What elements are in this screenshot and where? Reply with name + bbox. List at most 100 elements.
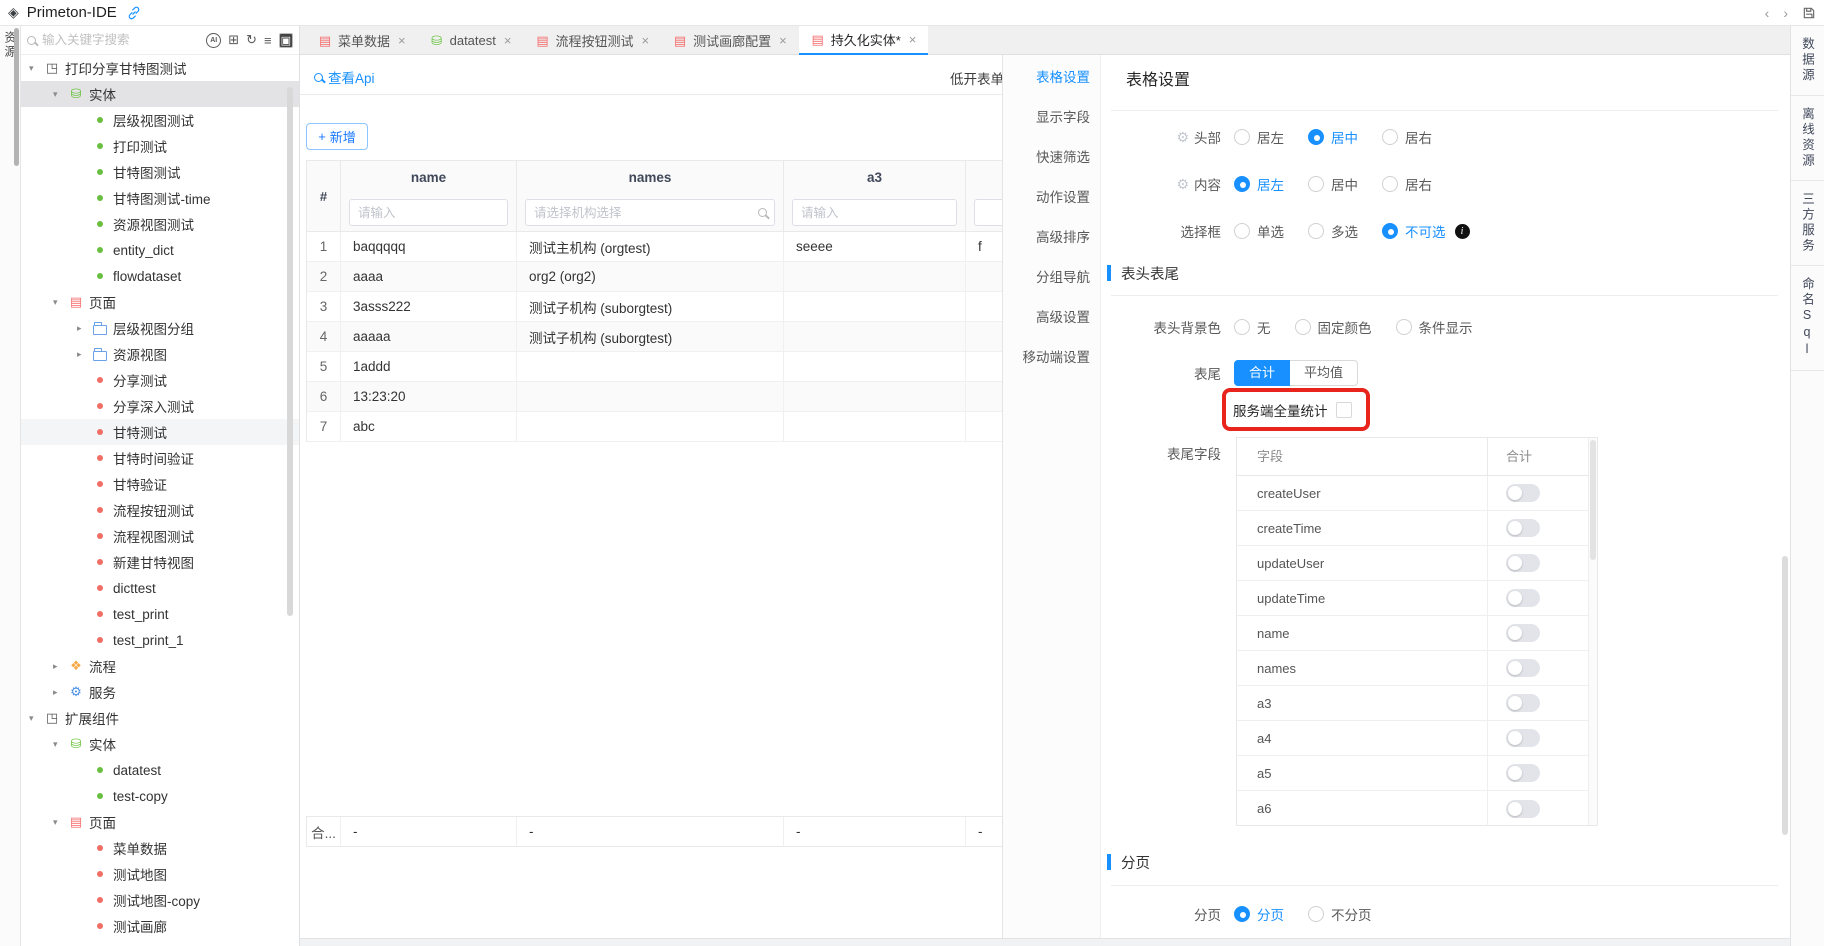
table-row[interactable]: 7abc [307, 412, 1002, 442]
tree-item[interactable]: 层级视图测试 [21, 107, 299, 133]
tree-item[interactable]: 甘特图测试-time [21, 185, 299, 211]
table-row[interactable]: 613:23:20 [307, 382, 1002, 412]
table-row[interactable]: 33asss222测试子机构 (suborgtest) [307, 292, 1002, 322]
filter-input[interactable] [349, 199, 508, 226]
search-input[interactable] [42, 33, 200, 47]
sum-toggle[interactable] [1506, 589, 1540, 607]
sum-toggle[interactable] [1506, 764, 1540, 782]
settings-menu-item[interactable]: 高级排序 [1003, 218, 1100, 258]
table-row[interactable]: 4aaaaa测试子机构 (suborgtest) [307, 322, 1002, 352]
tree-item[interactable]: 甘特时间验证 [21, 445, 299, 471]
sum-toggle[interactable] [1506, 694, 1540, 712]
fields-scrollbar[interactable] [1588, 438, 1597, 825]
tree-item[interactable]: 流程 [21, 653, 299, 679]
server-stat-checkbox[interactable] [1336, 402, 1352, 418]
radio-option[interactable]: 条件显示 [1396, 317, 1473, 337]
filter-search-icon[interactable] [758, 208, 767, 217]
tree-item[interactable]: 甘特图测试 [21, 159, 299, 185]
close-tab-icon[interactable] [398, 33, 406, 48]
sum-toggle[interactable] [1506, 554, 1540, 572]
tree-arrow-icon[interactable] [53, 297, 67, 308]
tree-item[interactable]: 分享测试 [21, 367, 299, 393]
tree-item[interactable]: 资源视图测试 [21, 211, 299, 237]
settings-menu-item[interactable]: 高级设置 [1003, 298, 1100, 338]
tree-arrow-icon[interactable] [53, 661, 67, 672]
tree-item[interactable]: test-copy [21, 783, 299, 809]
sort-list-icon[interactable]: ≡ [264, 33, 272, 48]
filter-input[interactable] [792, 199, 957, 226]
sum-toggle[interactable] [1506, 800, 1540, 818]
tree-item[interactable]: 甘特验证 [21, 471, 299, 497]
settings-menu-item[interactable]: 移动端设置 [1003, 338, 1100, 378]
tree-item[interactable]: entity_dict [21, 237, 299, 263]
column-header[interactable] [966, 161, 1002, 195]
tree-arrow-icon[interactable] [53, 687, 67, 698]
close-tab-icon[interactable] [504, 33, 512, 48]
tree-arrow-icon[interactable] [29, 63, 43, 74]
tree-item[interactable]: 层级视图分组 [21, 315, 299, 341]
editor-tab[interactable]: 测试画廊配置 [661, 26, 799, 55]
sum-toggle[interactable] [1506, 729, 1540, 747]
column-header[interactable]: names [517, 161, 783, 195]
sum-toggle[interactable] [1506, 659, 1540, 677]
tree-arrow-icon[interactable] [53, 817, 67, 828]
table-row[interactable]: 51addd [307, 352, 1002, 382]
tree-item[interactable]: 测试地图 [21, 861, 299, 887]
tree-item[interactable]: 页面 [21, 809, 299, 835]
footer-mode-tab[interactable]: 合计 [1234, 360, 1290, 386]
tree-item[interactable]: 实体 [21, 81, 299, 107]
close-tab-icon[interactable] [909, 32, 917, 47]
tree-item[interactable]: 测试画廊 [21, 913, 299, 938]
tree-arrow-icon[interactable] [53, 739, 67, 750]
refresh-icon[interactable]: ↻ [246, 32, 257, 48]
radio-option[interactable]: 居左 [1234, 174, 1284, 194]
tree-item[interactable]: 流程按钮测试 [21, 497, 299, 523]
right-strip-tab[interactable]: 命名Sql [1791, 266, 1824, 371]
tree-arrow-icon[interactable] [29, 713, 43, 724]
settings-menu-item[interactable]: 显示字段 [1003, 98, 1100, 138]
tree-item[interactable]: dicttest [21, 575, 299, 601]
panel-scrollbar[interactable] [1782, 556, 1788, 835]
tree-arrow-icon[interactable] [77, 323, 91, 334]
radio-option[interactable]: 居右 [1382, 127, 1432, 147]
editor-tab[interactable]: datatest [418, 26, 524, 55]
radio-option[interactable]: 不分页 [1308, 904, 1372, 924]
filter-input[interactable] [525, 199, 775, 226]
tree-item[interactable]: 甘特测试 [21, 419, 299, 445]
tree-item[interactable]: 页面 [21, 289, 299, 315]
radio-option[interactable]: 居中 [1308, 174, 1358, 194]
tree-item[interactable]: 打印测试 [21, 133, 299, 159]
tree-item[interactable]: test_print_1 [21, 627, 299, 653]
ai-icon[interactable]: AI [206, 33, 221, 48]
editor-tab[interactable]: 持久化实体* [799, 26, 929, 55]
radio-option[interactable]: 无 [1234, 317, 1271, 337]
footer-mode-tab[interactable]: 平均值 [1290, 360, 1358, 386]
tree-item[interactable]: 扩展组件 [21, 705, 299, 731]
radio-option[interactable]: 居右 [1382, 174, 1432, 194]
tree-item[interactable]: 分享深入测试 [21, 393, 299, 419]
tree-item[interactable]: 打印分享甘特图测试 [21, 55, 299, 81]
settings-menu-item[interactable]: 表格设置 [1003, 58, 1100, 98]
add-row-button[interactable]: + 新增 [306, 123, 368, 150]
save-icon[interactable] [1802, 6, 1816, 20]
sum-toggle[interactable] [1506, 484, 1540, 502]
right-strip-tab[interactable]: 离线资源 [1791, 96, 1824, 181]
radio-option[interactable]: 分页 [1234, 904, 1284, 924]
filter-input[interactable] [974, 199, 1002, 226]
sum-toggle[interactable] [1506, 519, 1540, 537]
tree-arrow-icon[interactable] [77, 349, 91, 360]
radio-option[interactable]: 居中 [1308, 127, 1358, 147]
tree-item[interactable]: flowdataset [21, 263, 299, 289]
radio-option[interactable]: 不可选 [1382, 221, 1470, 241]
column-header[interactable]: a3 [784, 161, 965, 195]
tree-arrow-icon[interactable] [53, 89, 67, 100]
radio-option[interactable]: 单选 [1234, 221, 1284, 241]
settings-menu-item[interactable]: 分组导航 [1003, 258, 1100, 298]
link-icon[interactable] [127, 6, 141, 20]
tree-item[interactable]: datatest [21, 757, 299, 783]
nav-forward-icon[interactable]: › [1783, 5, 1788, 21]
nav-back-icon[interactable]: ‹ [1765, 5, 1770, 21]
radio-option[interactable]: 固定颜色 [1295, 317, 1372, 337]
tree-scrollbar[interactable] [287, 87, 293, 616]
column-header[interactable]: name [341, 161, 516, 195]
